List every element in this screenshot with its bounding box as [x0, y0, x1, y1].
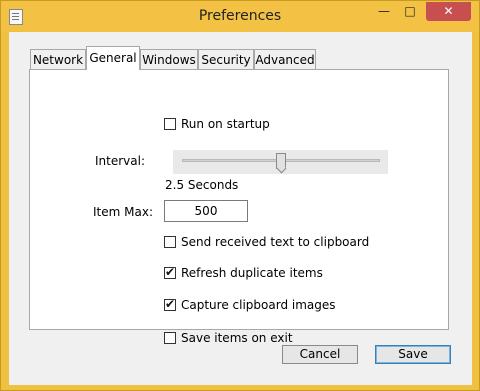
save-on-exit-checkbox[interactable]: [164, 332, 176, 344]
dialog-client-area: Network General Windows Security Advance…: [9, 32, 472, 385]
save-button[interactable]: Save: [375, 345, 451, 364]
preferences-window: Preferences — □ ✕ Network General Window…: [0, 0, 480, 391]
maximize-button[interactable]: □: [397, 2, 423, 21]
run-on-startup-checkbox[interactable]: [164, 118, 176, 130]
capture-images-label: Capture clipboard images: [181, 298, 336, 312]
tab-security[interactable]: Security: [198, 49, 254, 69]
close-button[interactable]: ✕: [426, 2, 471, 21]
refresh-duplicates-label: Refresh duplicate items: [181, 266, 323, 280]
refresh-duplicates-checkbox[interactable]: [164, 265, 176, 279]
tab-windows[interactable]: Windows: [140, 49, 198, 69]
tab-advanced[interactable]: Advanced: [254, 49, 316, 69]
capture-images-checkbox[interactable]: [164, 297, 176, 311]
item-max-field[interactable]: 500: [164, 200, 248, 222]
general-tab-panel: Run on startup Interval: 2.5 Seconds Ite…: [29, 69, 449, 345]
send-received-text-checkbox[interactable]: [164, 236, 176, 248]
save-on-exit-label: Save items on exit: [181, 331, 293, 345]
tab-network[interactable]: Network: [30, 49, 86, 69]
interval-label: Interval:: [95, 154, 145, 168]
send-received-text-label: Send received text to clipboard: [181, 235, 370, 249]
interval-slider[interactable]: [173, 150, 388, 174]
minimize-button[interactable]: —: [371, 2, 397, 21]
item-max-label: Item Max:: [93, 205, 153, 219]
interval-value: 2.5 Seconds: [165, 178, 239, 192]
slider-thumb[interactable]: [276, 153, 286, 169]
title-bar: Preferences — □ ✕: [1, 1, 479, 31]
cancel-button[interactable]: Cancel: [282, 345, 358, 364]
tab-general[interactable]: General: [86, 46, 140, 70]
run-on-startup-label: Run on startup: [181, 117, 270, 131]
